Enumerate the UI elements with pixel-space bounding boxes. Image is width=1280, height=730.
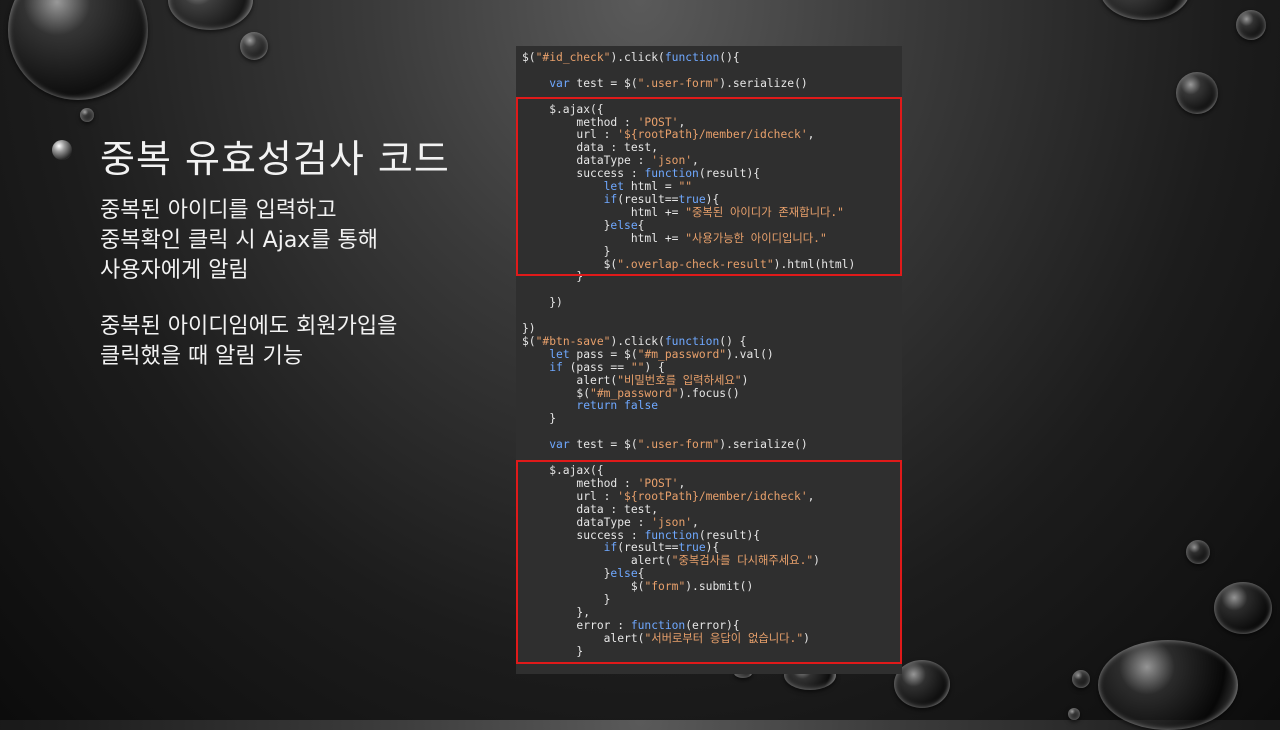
description-paragraph-2: 중복된 아이디임에도 회원가입을 클릭했을 때 알림 기능 (100, 312, 397, 372)
water-drop-decoration (1176, 72, 1218, 114)
code-line: $("#id_check").click(function(){ (522, 51, 740, 64)
code-line: if (pass == "") { (549, 360, 665, 374)
code-line: return false (576, 399, 659, 413)
code-line: alert("비밀번호를 입력하세요") (522, 373, 749, 387)
code-line: }) (522, 322, 536, 336)
code-line: }) (522, 296, 563, 310)
water-drop-decoration (8, 0, 148, 100)
description-line: 중복된 아이디임에도 회원가입을 (100, 314, 398, 339)
code-line: var test = $(".user-form").serialize() (549, 438, 808, 452)
water-drop-decoration (168, 0, 253, 30)
code-line: } (522, 412, 557, 426)
slide-title: 중복 유효성검사 코드 (100, 137, 450, 181)
water-drop-decoration (1072, 670, 1090, 688)
code-line: $("#m_password").focus() (522, 386, 740, 400)
code-line: var test = $(".user-form").serialize() (549, 76, 808, 90)
ajax-highlight-box-1 (516, 97, 902, 276)
description-line: 클릭했을 때 알림 기능 (100, 344, 304, 369)
water-drop-decoration (1098, 640, 1238, 730)
description-paragraph-1: 중복된 아이디를 입력하고 중복확인 클릭 시 Ajax를 통해 사용자에게 알… (100, 196, 378, 286)
water-drop-decoration (1068, 708, 1080, 720)
water-drop-decoration (1186, 540, 1210, 564)
water-drop-decoration (894, 660, 950, 708)
description-line: 사용자에게 알림 (100, 258, 249, 283)
slide: { "slide": { "title": "중복 유효성검사 코드", "pa… (0, 0, 1280, 730)
water-drop-decoration (1214, 582, 1272, 634)
description-line: 중복확인 클릭 시 Ajax를 통해 (100, 228, 379, 253)
title-bullet-icon (52, 140, 72, 160)
code-line: $("#btn-save").click(function() { (522, 334, 747, 348)
water-drop-decoration (1100, 0, 1190, 20)
ajax-highlight-box-2 (516, 460, 902, 664)
water-drop-decoration (80, 108, 94, 122)
water-drop-decoration (240, 32, 268, 60)
description-line: 중복된 아이디를 입력하고 (100, 198, 337, 223)
water-drop-decoration (1236, 10, 1266, 40)
code-line: let pass = $("#m_password").val() (549, 347, 774, 361)
